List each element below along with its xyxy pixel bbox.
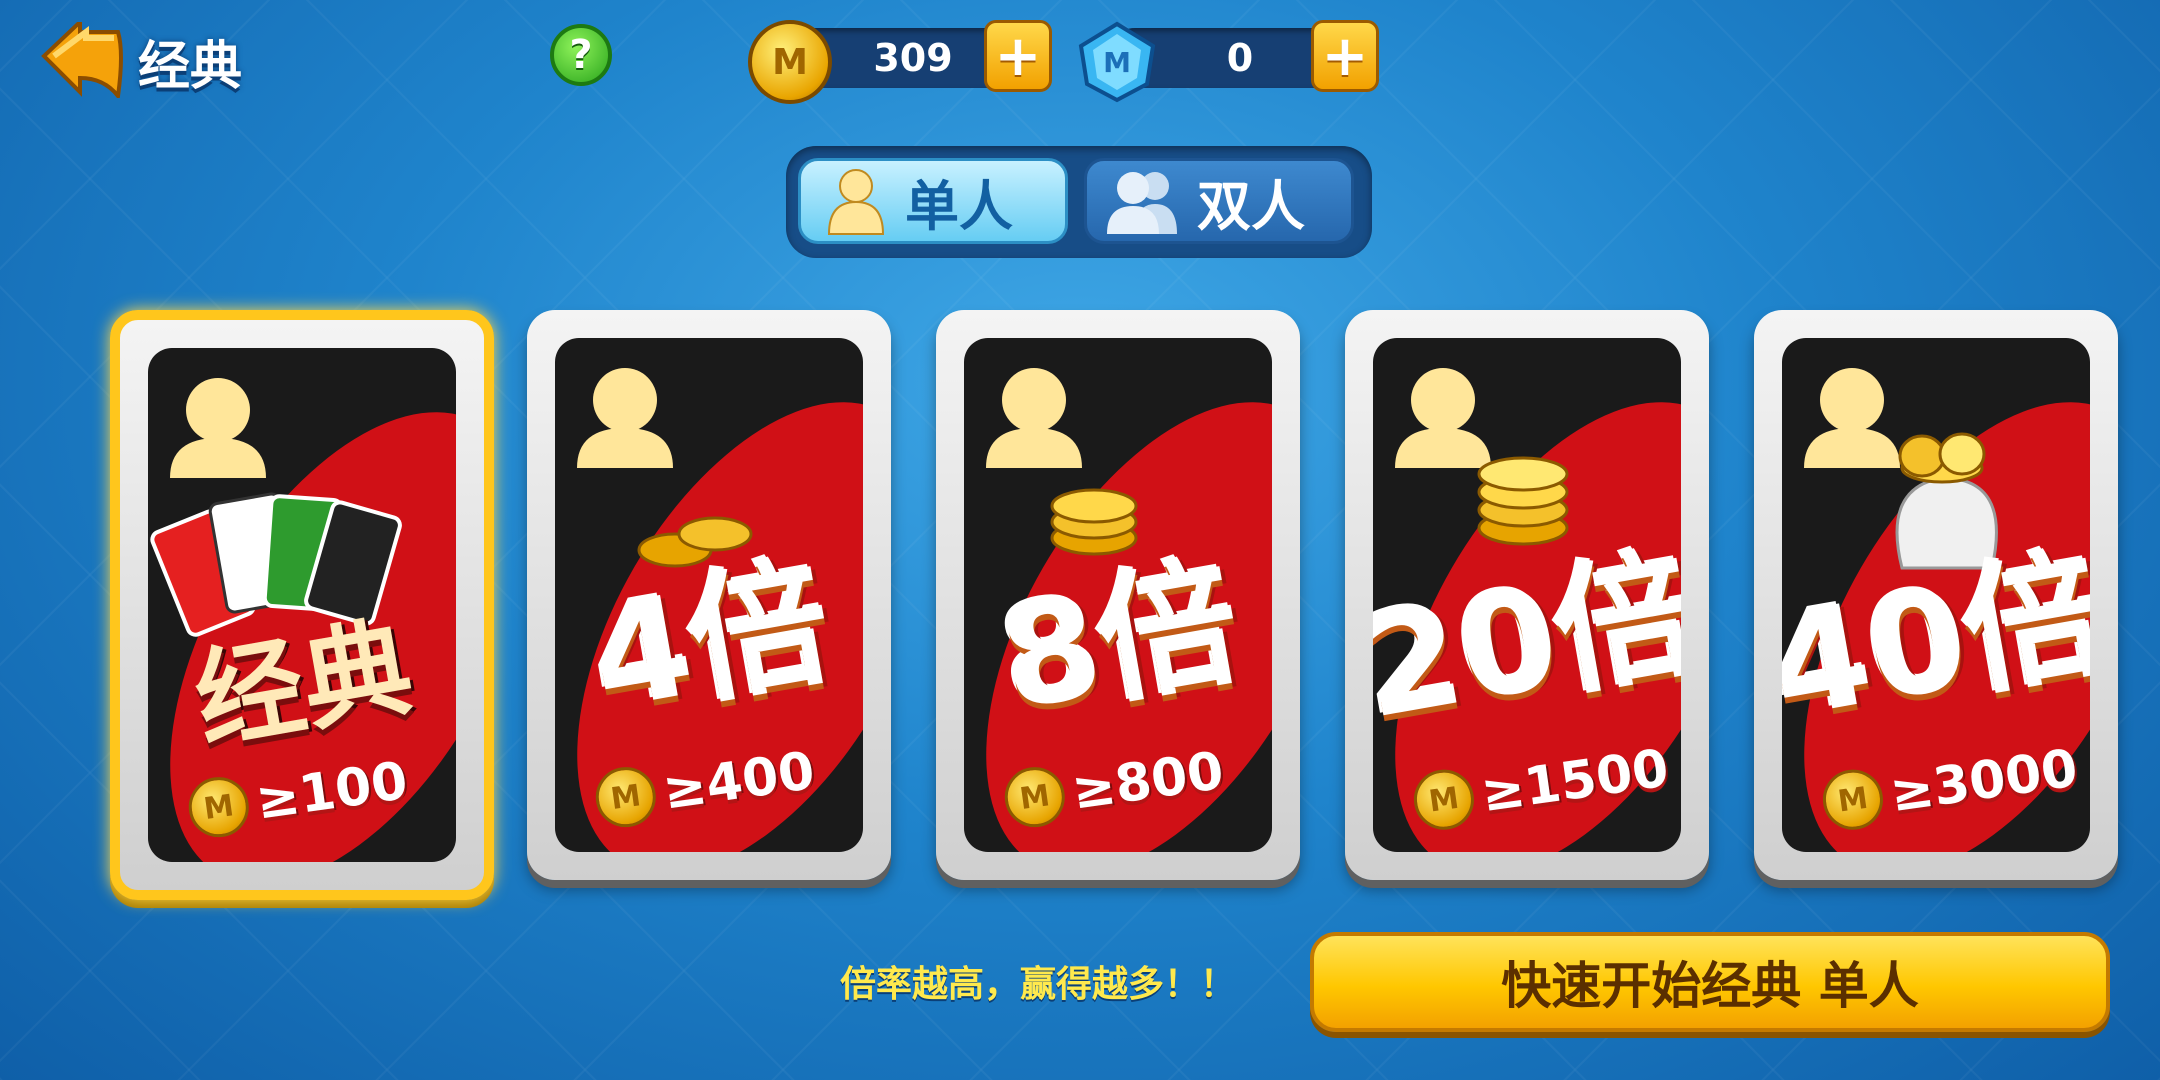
coin-counter: M 309 + — [748, 20, 1058, 104]
add-gems-button[interactable]: + — [1311, 20, 1379, 92]
card-face: 40倍 M ≥3000 — [1782, 338, 2090, 852]
tab-single-label: 单人 — [905, 174, 1013, 238]
back-arrow-icon[interactable] — [40, 17, 126, 101]
tab-single[interactable]: 单人 — [798, 158, 1068, 244]
room-card-40x[interactable]: 40倍 M ≥3000 — [1754, 310, 2118, 880]
coin-icon: M — [184, 773, 253, 842]
hint-text: 倍率越高，赢得越多！！ — [840, 964, 1237, 1005]
coin-icon: M — [591, 763, 660, 832]
tab-double[interactable]: 双人 — [1084, 158, 1354, 244]
card-face: 8倍 M ≥800 — [964, 338, 1272, 852]
help-button[interactable]: ? — [550, 24, 612, 86]
card-face: 20倍 M ≥1500 — [1373, 338, 1681, 852]
two-players-icon — [1107, 172, 1177, 234]
room-card-8x[interactable]: 8倍 M ≥800 — [936, 310, 1300, 880]
tab-double-label: 双人 — [1197, 174, 1305, 238]
page-title: 经典 — [138, 37, 243, 97]
room-card-classic[interactable]: 经典 M ≥100 — [110, 310, 494, 900]
gem-counter: M 0 + — [1075, 20, 1385, 103]
card-face: 经典 M ≥100 — [148, 348, 456, 862]
coin-icon: M — [1410, 765, 1478, 834]
svg-text:M: M — [1103, 46, 1131, 79]
single-player-icon — [827, 169, 885, 235]
coin-icon: M — [1819, 765, 1887, 834]
room-card-4x[interactable]: 4倍 M ≥400 — [527, 310, 891, 880]
coin-icon: M — [1000, 763, 1069, 832]
quick-start-button[interactable]: 快速开始经典 单人 — [1310, 932, 2110, 1032]
card-face: 4倍 M ≥400 — [555, 338, 863, 852]
room-card-20x[interactable]: 20倍 M ≥1500 — [1345, 310, 1709, 880]
mode-tabs: 单人 双人 — [786, 146, 1372, 258]
add-coins-button[interactable]: + — [984, 20, 1052, 92]
